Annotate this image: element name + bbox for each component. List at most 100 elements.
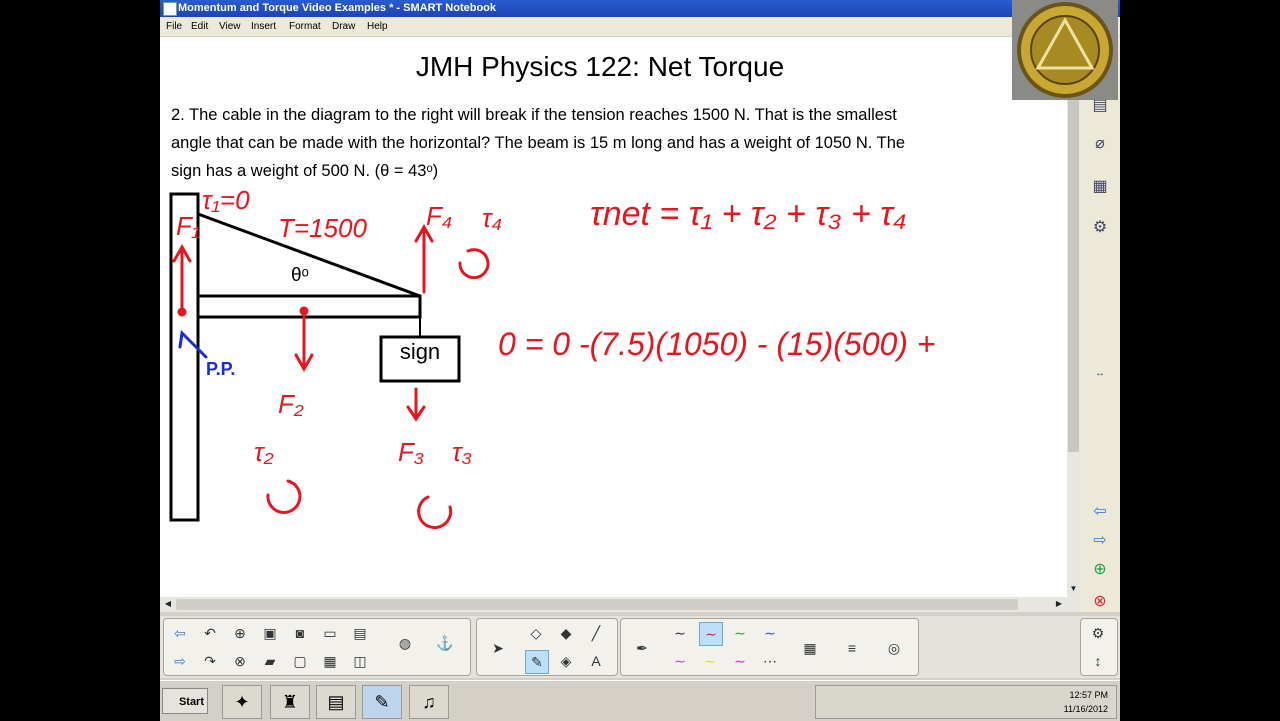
vertical-scrollbar[interactable]: ▼ [1067,37,1080,597]
delete-page-icon[interactable]: ⊗ [1088,589,1112,613]
taskbar-app-1-icon[interactable]: ✦ [222,685,262,719]
scroll-right-icon[interactable]: ▶ [1053,598,1065,610]
diagram-and-ink: F₁ τ₁=0 T=1500 F₄ τ₄ F₂ τ₂ F₃ τ₃ τnet = … [169,185,936,530]
menu-insert[interactable]: Insert [251,17,276,36]
fill-icon[interactable]: ◆ [555,622,577,644]
menu-help[interactable]: Help [367,17,388,36]
dashed-pen-style-icon[interactable]: ⋯ [759,650,781,672]
app-icon [163,2,177,16]
sign-label: sign [399,339,441,364]
taskbar: Start ✦ ♜ ▤ ✎ ♫ 12:57 PM 11/16/2012 [160,680,1120,721]
table-icon[interactable]: ▦ [319,650,341,672]
taskbar-smart-notebook-icon[interactable]: ✎ [362,685,402,719]
toolbar-group-settings: ⚙ ↕ [1080,618,1118,676]
start-button[interactable]: Start [162,688,208,714]
open-folder-icon[interactable]: ▰ [259,650,281,672]
add-page-icon[interactable]: ⊕ [229,622,251,644]
scroll-down-icon[interactable]: ▼ [1068,584,1079,595]
resize-handle-icon[interactable]: ↔ [1088,361,1112,385]
pen-icon[interactable]: ✒ [631,637,653,659]
clock: 12:57 PM 11/16/2012 [1064,688,1108,716]
green-pen-style-icon[interactable]: ∼ [729,622,751,644]
share-icon[interactable]: ◫ [349,650,371,672]
beam [196,294,422,319]
toolbar-group-tools: ➤ ◇ ◆ ╱ ✎ ◈ A [476,618,618,676]
main-toolbar: ⇦ ↶ ⊕ ▣ ◙ ▭ ▤ ◍ ⚓ ⇨ ↷ ⊗ ▰ ▢ ▦ ◫ ➤ ◇ ◆ ╱ … [160,616,1120,678]
previous-page-button[interactable]: ⇦ [169,622,191,644]
screen-capture-icon[interactable]: ◙ [289,622,311,644]
horizontal-scroll-thumb[interactable] [176,599,1018,610]
previous-page-icon[interactable]: ⇦ [1088,499,1112,523]
black-pen-style-icon[interactable]: ∼ [669,622,691,644]
ink-tau3: τ₃ [452,437,472,467]
scroll-left-icon[interactable]: ◀ [162,598,174,610]
taskbar-app-3-icon[interactable]: ▤ [316,685,356,719]
clock-date: 11/16/2012 [1063,704,1108,714]
clock-time: 12:57 PM [1069,690,1108,700]
purple-pen-style-icon[interactable]: ∼ [669,650,691,672]
wall [169,192,200,522]
ink-tau1: τ₁=0 [202,185,250,215]
smart-notebook-window: Momentum and Torque Video Examples * - S… [160,0,1120,721]
screen-shade-icon[interactable]: ▭ [319,622,341,644]
start-label: Start [178,696,204,708]
gallery-search-icon[interactable]: ⚓ [434,632,456,654]
full-screen-icon[interactable]: ▢ [289,650,311,672]
move-toolbar-icon[interactable]: ↕ [1087,650,1109,672]
line-icon[interactable]: ╱ [585,622,607,644]
menu-edit[interactable]: Edit [191,17,208,36]
ink-f2: F₂ [278,389,304,419]
ink-f4: F₄ [426,201,452,231]
ink-tau2: τ₂ [254,437,274,467]
pens-icon[interactable]: ✎ [525,650,549,674]
ink-tension: T=1500 [278,213,367,243]
delete-page-icon[interactable]: ⊗ [229,650,251,672]
color-palette-icon[interactable]: ▦ [799,637,821,659]
ink-net-torque-eq: τnet = τ₁ + τ₂ + τ₃ + τ₄ [590,195,907,233]
next-page-icon[interactable]: ⇨ [1088,528,1112,552]
theta-label: θᵒ [291,265,309,286]
menu-file[interactable]: File [166,17,182,36]
slide-canvas[interactable]: JMH Physics 122: Net Torque 2. The cable… [160,37,1067,597]
projector-icon[interactable]: ▤ [349,622,371,644]
taskbar-app-2-icon[interactable]: ♜ [270,685,310,719]
window-title: Momentum and Torque Video Examples * - S… [178,2,497,14]
gallery-tab[interactable]: ▦ [1088,174,1112,198]
document-camera-icon[interactable]: ◍ [394,632,416,654]
menu-format[interactable]: Format [289,17,321,36]
yellow-pen-style-icon[interactable]: ∼ [699,650,721,672]
text-icon[interactable]: A [585,650,607,672]
ink-f3: F₃ [398,437,424,467]
red-pen-style-icon[interactable]: ∼ [699,622,723,646]
ink-calc-eq: 0 = 0 -(7.5)(1050) - (15)(500) + [498,326,936,362]
menu-bar: File Edit View Insert Format Draw Help [160,17,1120,36]
menu-draw[interactable]: Draw [332,17,355,36]
add-page-icon[interactable]: ⊕ [1088,557,1112,581]
ink-tau4: τ₄ [482,203,502,233]
taskbar-itunes-icon[interactable]: ♫ [409,685,449,719]
blue-pen-style-icon[interactable]: ∼ [759,622,781,644]
transparency-icon[interactable]: ◎ [883,637,905,659]
line-width-icon[interactable]: ≡ [841,637,863,659]
undo-icon[interactable]: ↶ [199,622,221,644]
magic-eraser-icon[interactable]: ◈ [555,650,577,672]
properties-tab[interactable]: ⚙ [1088,215,1112,239]
ink-labels: F₁ τ₁=0 T=1500 F₄ τ₄ F₂ τ₂ F₃ τ₃ τnet = … [176,185,936,467]
system-tray: 12:57 PM 11/16/2012 [815,685,1117,719]
magenta-pen-style-icon[interactable]: ∼ [729,650,751,672]
school-seal-logo [1012,0,1118,100]
eraser-icon[interactable]: ◇ [525,622,547,644]
side-tabs: ▤ ⌀ ▦ ⚙ ↔ ⇦ ⇨ ⊕ ⊗ [1080,37,1120,612]
next-page-button[interactable]: ⇨ [169,650,191,672]
toolbar-settings-gear-icon[interactable]: ⚙ [1087,622,1109,644]
select-arrow-icon[interactable]: ➤ [487,637,509,659]
toolbar-group-file: ⇦ ↶ ⊕ ▣ ◙ ▭ ▤ ◍ ⚓ ⇨ ↷ ⊗ ▰ ▢ ▦ ◫ [163,618,471,676]
ink-f1: F₁ [176,211,200,241]
save-icon[interactable]: ▣ [259,622,281,644]
attachments-tab-icon[interactable]: ⌀ [1088,131,1112,155]
menu-view[interactable]: View [219,17,241,36]
redo-icon[interactable]: ↷ [199,650,221,672]
title-bar: Momentum and Torque Video Examples * - S… [160,0,1120,17]
toolbar-group-pen-styles: ✒ ∼ ∼ ∼ ∼ ∼ ∼ ∼ ⋯ ▦ ≡ ◎ [620,618,919,676]
horizontal-scrollbar[interactable]: ◀ ▶ [160,597,1080,612]
